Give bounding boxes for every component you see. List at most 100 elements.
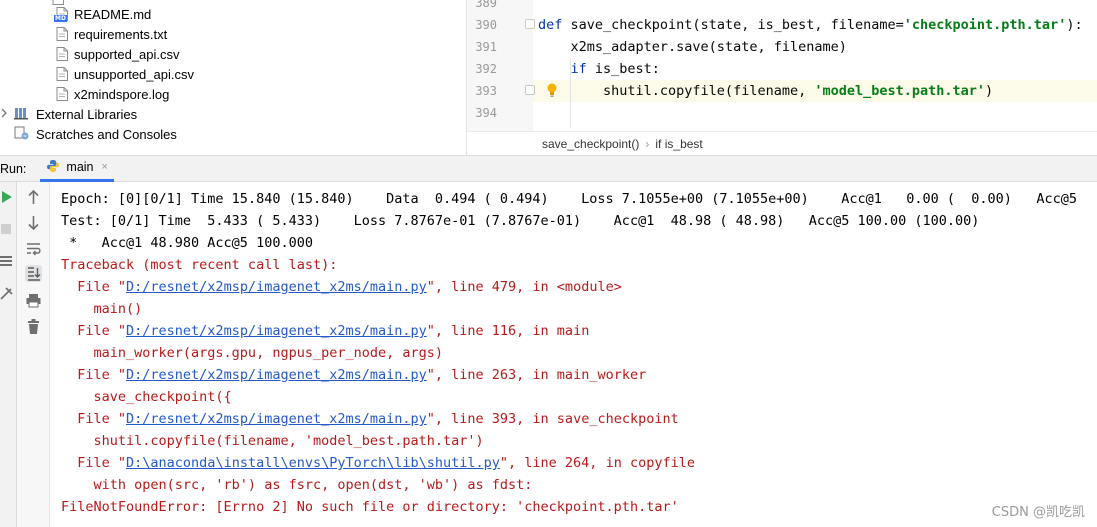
run-tool-window-header: Run: main × xyxy=(0,155,1097,182)
library-icon xyxy=(14,106,30,123)
code-keyword: if xyxy=(570,61,587,77)
line-number: 393 xyxy=(475,84,497,98)
code-line[interactable]: def save_checkpoint(state, is_best, file… xyxy=(538,14,1083,36)
file-path-link[interactable]: D:/resnet/x2msp/imagenet_x2ms/main.py xyxy=(126,367,427,383)
traceback-file-line: File "D:/resnet/x2msp/imagenet_x2ms/main… xyxy=(61,408,679,430)
code-line[interactable]: x2ms_adapter.save(state, filename) xyxy=(538,36,847,58)
code-text: save_checkpoint(state, is_best, filename… xyxy=(562,17,904,33)
scroll-to-end-icon[interactable] xyxy=(25,265,42,282)
csv-file-icon xyxy=(56,67,68,81)
breadcrumb-function[interactable]: save_checkpoint() xyxy=(542,137,639,151)
tree-item-label: requirements.txt xyxy=(74,26,168,42)
text-file-icon xyxy=(56,27,68,41)
file-path-link[interactable]: D:\anaconda\install\envs\PyTorch\lib\shu… xyxy=(126,455,500,471)
line-number: 389 xyxy=(475,0,497,10)
trash-icon[interactable] xyxy=(25,318,42,335)
tree-item-file[interactable]: MD README.md xyxy=(54,4,152,24)
code-line[interactable]: if is_best: xyxy=(538,58,660,80)
file-path-link[interactable]: D:/resnet/x2msp/imagenet_x2ms/main.py xyxy=(126,279,427,295)
tree-item-file[interactable]: supported_api.csv xyxy=(56,44,180,64)
layout-icon[interactable] xyxy=(0,254,14,268)
console-error-line: FileNotFoundError: [Errno 2] No such fil… xyxy=(61,499,679,515)
traceback-file-line: File "D:/resnet/x2msp/imagenet_x2ms/main… xyxy=(61,276,622,298)
traceback-file-line: File "D:/resnet/x2msp/imagenet_x2ms/main… xyxy=(61,320,589,342)
console-error-line: Traceback (most recent call last): xyxy=(61,257,338,273)
markdown-badge-icon: MD xyxy=(54,15,67,22)
tree-item-file[interactable]: x2mindspore.log xyxy=(56,84,169,104)
breadcrumb-block[interactable]: if is_best xyxy=(655,137,702,151)
traceback-prefix: File " xyxy=(61,455,127,471)
external-libraries-label: External Libraries xyxy=(36,106,138,122)
rerun-icon[interactable] xyxy=(0,190,14,204)
arrow-down-icon[interactable] xyxy=(25,214,42,231)
tree-item-file[interactable]: unsupported_api.csv xyxy=(56,64,194,84)
code-keyword: def xyxy=(538,17,563,33)
project-tree-panel: MD README.md requirements.txt supported_api… xyxy=(0,0,467,155)
run-label: Run: xyxy=(0,161,27,176)
chevron-right-icon[interactable] xyxy=(0,108,10,121)
tree-item-label: x2mindspore.log xyxy=(74,86,170,102)
run-tab-label: main xyxy=(66,160,94,174)
print-icon[interactable] xyxy=(25,292,42,309)
console-line: Epoch: [0][0/1] Time 15.840 (15.840) Dat… xyxy=(61,191,1097,207)
scratches-icon xyxy=(14,126,30,143)
run-actions-strip xyxy=(0,182,17,527)
code-text: x2ms_adapter.save(state, filename) xyxy=(538,39,847,55)
traceback-file-line: File "D:\anaconda\install\envs\PyTorch\l… xyxy=(61,452,695,474)
console-toolbar xyxy=(17,182,50,527)
code-string: 'checkpoint.pth.tar' xyxy=(903,17,1067,33)
traceback-prefix: File " xyxy=(61,411,127,427)
close-icon[interactable]: × xyxy=(102,161,108,173)
code-editor[interactable]: 389 390 391 392 393 394 def save_checkpoint(s… xyxy=(467,0,1097,155)
pin-icon[interactable] xyxy=(0,286,14,300)
log-file-icon xyxy=(56,87,68,101)
traceback-suffix: ", line 264, in copyfile xyxy=(499,455,695,471)
traceback-prefix: File " xyxy=(61,279,127,295)
traceback-suffix: ", line 479, in <module> xyxy=(426,279,622,295)
console-error-line: save_checkpoint({ xyxy=(61,389,232,405)
traceback-file-line: File "D:/resnet/x2msp/imagenet_x2ms/main… xyxy=(61,364,646,386)
code-text: is_best: xyxy=(586,61,660,77)
line-number: 391 xyxy=(475,40,497,54)
fold-marker-icon[interactable] xyxy=(525,19,535,29)
file-path-link[interactable]: D:/resnet/x2msp/imagenet_x2ms/main.py xyxy=(126,323,427,339)
code-string: 'model_best.path.tar' xyxy=(814,83,986,99)
watermark: CSDN @凯吃凯 xyxy=(991,505,1085,520)
console-error-line: shutil.copyfile(filename, 'model_best.pa… xyxy=(61,433,484,449)
python-icon xyxy=(46,159,60,176)
soft-wrap-icon[interactable] xyxy=(25,240,42,257)
console-line: * Acc@1 48.980 Acc@5 100.000 xyxy=(61,235,313,251)
line-number: 390 xyxy=(475,18,497,32)
line-number: 394 xyxy=(475,106,497,120)
code-text: ): xyxy=(1066,17,1083,33)
tab-main[interactable]: main × xyxy=(40,155,114,182)
stop-icon[interactable] xyxy=(0,222,14,236)
code-line[interactable]: shutil.copyfile(filename, 'model_best.pa… xyxy=(538,80,993,102)
tree-item-external-libraries[interactable]: External Libraries xyxy=(0,104,137,124)
traceback-suffix: ", line 116, in main xyxy=(426,323,590,339)
arrow-up-icon[interactable] xyxy=(25,189,42,206)
console-error-line: with open(src, 'rb') as fsrc, open(dst, … xyxy=(61,477,533,493)
fold-marker-icon[interactable] xyxy=(525,85,535,95)
editor-breadcrumbs: save_checkpoint() › if is_best xyxy=(467,131,1097,155)
line-number: 392 xyxy=(475,62,497,76)
code-text: ) xyxy=(985,83,994,99)
chevron-right-icon: › xyxy=(645,136,650,151)
csv-file-icon xyxy=(56,47,68,61)
run-console-output[interactable]: Epoch: [0][0/1] Time 15.840 (15.840) Dat… xyxy=(50,182,1097,527)
console-line: Test: [0/1] Time 5.433 ( 5.433) Loss 7.8… xyxy=(61,213,980,229)
file-path-link[interactable]: D:/resnet/x2msp/imagenet_x2ms/main.py xyxy=(126,411,427,427)
console-error-line: main() xyxy=(61,301,143,317)
traceback-suffix: ", line 393, in save_checkpoint xyxy=(426,411,679,427)
markdown-file-icon: MD xyxy=(54,7,68,22)
console-error-line: main_worker(args.gpu, ngpus_per_node, ar… xyxy=(61,345,444,361)
tree-item-file[interactable]: requirements.txt xyxy=(56,24,167,44)
tree-item-label: README.md xyxy=(74,6,152,22)
tree-item-scratches[interactable]: Scratches and Consoles xyxy=(14,124,177,144)
tree-item-label: unsupported_api.csv xyxy=(74,66,194,82)
tree-item-label: supported_api.csv xyxy=(74,46,180,62)
traceback-suffix: ", line 263, in main_worker xyxy=(426,367,647,383)
code-text: shutil.copyfile(filename, xyxy=(538,83,815,99)
traceback-prefix: File " xyxy=(61,323,127,339)
